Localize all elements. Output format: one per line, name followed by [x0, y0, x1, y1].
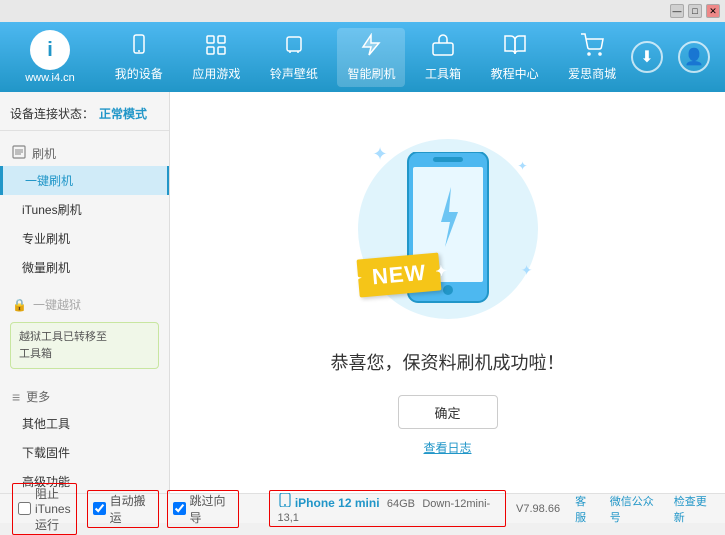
itunes-stop-label[interactable]: 阻止iTunes运行 — [35, 485, 71, 533]
version-label: V7.98.66 — [516, 503, 560, 515]
download-fw-label: 下载固件 — [22, 446, 70, 460]
sidebar-item-micro[interactable]: 微量刷机 — [0, 253, 169, 282]
itunes-label: iTunes刷机 — [22, 203, 82, 217]
micro-label: 微量刷机 — [22, 261, 70, 275]
logo-text: www.i4.cn — [25, 72, 75, 84]
device-icon — [278, 493, 292, 507]
skip-wizard-checkbox[interactable] — [173, 502, 186, 515]
pro-label: 专业刷机 — [22, 232, 70, 246]
nav-apps[interactable]: 应用游戏 — [182, 28, 250, 87]
bottom-left: 阻止iTunes运行 — [12, 483, 77, 535]
device-name: iPhone 12 mini — [295, 496, 380, 510]
success-illustration: ✦ NEW ✦ ✦ ✦ ✦ — [348, 129, 548, 329]
wechat-link[interactable]: 微信公众号 — [610, 493, 659, 525]
connection-status: 设备连接状态： 正常模式 — [0, 100, 169, 131]
success-message: 恭喜您，保资料刷机成功啦！ — [331, 349, 565, 375]
sidebar-item-download-fw[interactable]: 下载固件 — [0, 438, 169, 467]
sidebar: 设备连接状态： 正常模式 刷机 一键刷机 iTunes刷机 专业刷机 微量刷机 — [0, 92, 170, 493]
top-nav: i www.i4.cn 我的设备 应用游戏 铃声壁纸 智能刷机 — [0, 22, 725, 92]
close-button[interactable]: ✕ — [706, 4, 720, 18]
sparkle-1: ✦ — [373, 144, 388, 165]
auto-transfer-section: 自动搬运 — [87, 490, 159, 528]
nav-right-buttons: ⬇ 👤 — [631, 41, 725, 73]
main-area: 设备连接状态： 正常模式 刷机 一键刷机 iTunes刷机 专业刷机 微量刷机 — [0, 92, 725, 493]
jailbreak-section: 🔒 一键越狱 越狱工具已转移至 工具箱 — [0, 287, 169, 379]
nav-device-label: 我的设备 — [115, 65, 163, 82]
user-button[interactable]: 👤 — [678, 41, 710, 73]
new-badge: ✦ NEW ✦ — [356, 252, 441, 297]
confirm-button[interactable]: 确定 — [398, 395, 498, 429]
maximize-button[interactable]: □ — [688, 4, 702, 18]
star-right-icon: ✦ — [434, 262, 448, 280]
jailbreak-category: 🔒 一键越狱 — [0, 292, 169, 317]
logo-icon: i — [30, 30, 70, 70]
nav-tutorial-icon — [503, 33, 527, 63]
sidebar-item-itunes[interactable]: iTunes刷机 — [0, 195, 169, 224]
device-info: iPhone 12 mini 64GB Down-12mini-13,1 — [269, 490, 507, 527]
day-log-link[interactable]: 查看日志 — [423, 439, 471, 456]
notice-text: 越狱工具已转移至 工具箱 — [19, 331, 107, 360]
skip-wizard-section: 跳过向导 — [167, 490, 239, 528]
itunes-stop-checkbox[interactable] — [18, 502, 31, 515]
nav-toolbox-icon — [431, 33, 455, 63]
nav-tutorial[interactable]: 教程中心 — [481, 28, 549, 87]
status-label: 设备连接状态： — [10, 105, 94, 122]
lock-icon: 🔒 — [12, 298, 27, 312]
nav-my-device[interactable]: 我的设备 — [105, 28, 173, 87]
nav-flash-label: 智能刷机 — [347, 65, 395, 82]
sparkle-2: ✦ — [517, 159, 527, 173]
nav-flash-icon — [359, 33, 383, 63]
check-update-link[interactable]: 检查更新 — [674, 493, 713, 525]
nav-smart-flash[interactable]: 智能刷机 — [337, 28, 405, 87]
nav-toolbox[interactable]: 工具箱 — [415, 28, 471, 87]
jailbreak-notice: 越狱工具已转移至 工具箱 — [10, 322, 159, 369]
jailbreak-label: 一键越狱 — [33, 296, 81, 313]
nav-ringtone-label: 铃声壁纸 — [270, 65, 318, 82]
nav-apps-label: 应用游戏 — [192, 65, 240, 82]
more-category-icon: ≡ — [12, 389, 20, 405]
nav-shop-icon — [580, 33, 604, 63]
bottom-right: V7.98.66 客服 微信公众号 检查更新 — [516, 493, 713, 525]
nav-toolbox-label: 工具箱 — [425, 65, 461, 82]
service-link[interactable]: 客服 — [575, 493, 595, 525]
flash-category-icon — [12, 145, 26, 162]
nav-tutorial-label: 教程中心 — [491, 65, 539, 82]
minimize-button[interactable]: — — [670, 4, 684, 18]
more-category-label: 更多 — [26, 388, 50, 405]
new-badge-text: NEW — [370, 260, 426, 290]
flash-category: 刷机 — [0, 141, 169, 166]
device-storage: 64GB — [387, 498, 415, 510]
status-value: 正常模式 — [99, 105, 147, 122]
sparkle-3: ✦ — [521, 262, 533, 279]
more-section: ≡ 更多 其他工具 下载固件 高级功能 — [0, 379, 169, 493]
download-button[interactable]: ⬇ — [631, 41, 663, 73]
sidebar-item-pro[interactable]: 专业刷机 — [0, 224, 169, 253]
flash-section: 刷机 一键刷机 iTunes刷机 专业刷机 微量刷机 — [0, 136, 169, 287]
auto-transfer-label[interactable]: 自动搬运 — [110, 492, 153, 526]
nav-shop-label: 爱思商城 — [568, 65, 616, 82]
nav-apps-icon — [204, 33, 228, 63]
bottom-bar: 阻止iTunes运行 自动搬运 跳过向导 iPhone 12 mini 64GB… — [0, 493, 725, 523]
title-bar: — □ ✕ — [0, 0, 725, 22]
onekey-label: 一键刷机 — [25, 174, 73, 188]
more-category: ≡ 更多 — [0, 384, 169, 409]
nav-ringtone[interactable]: 铃声壁纸 — [260, 28, 328, 87]
sidebar-item-other-tools[interactable]: 其他工具 — [0, 409, 169, 438]
nav-items: 我的设备 应用游戏 铃声壁纸 智能刷机 工具箱 — [100, 28, 631, 87]
star-left-icon: ✦ — [349, 270, 363, 288]
logo-area: i www.i4.cn — [0, 25, 100, 89]
other-tools-label: 其他工具 — [22, 417, 70, 431]
itunes-stop-section: 阻止iTunes运行 — [12, 483, 77, 535]
nav-device-icon — [127, 33, 151, 63]
window-controls[interactable]: — □ ✕ — [670, 4, 720, 18]
auto-transfer-checkbox[interactable] — [93, 502, 106, 515]
sidebar-item-onekey[interactable]: 一键刷机 — [0, 166, 169, 195]
flash-category-label: 刷机 — [32, 145, 56, 162]
nav-ringtone-icon — [282, 33, 306, 63]
skip-wizard-label[interactable]: 跳过向导 — [190, 492, 233, 526]
content-area: ✦ NEW ✦ ✦ ✦ ✦ 恭喜您，保资料刷机成功啦！ 确定 查看日志 — [170, 92, 725, 493]
nav-shop[interactable]: 爱思商城 — [558, 28, 626, 87]
